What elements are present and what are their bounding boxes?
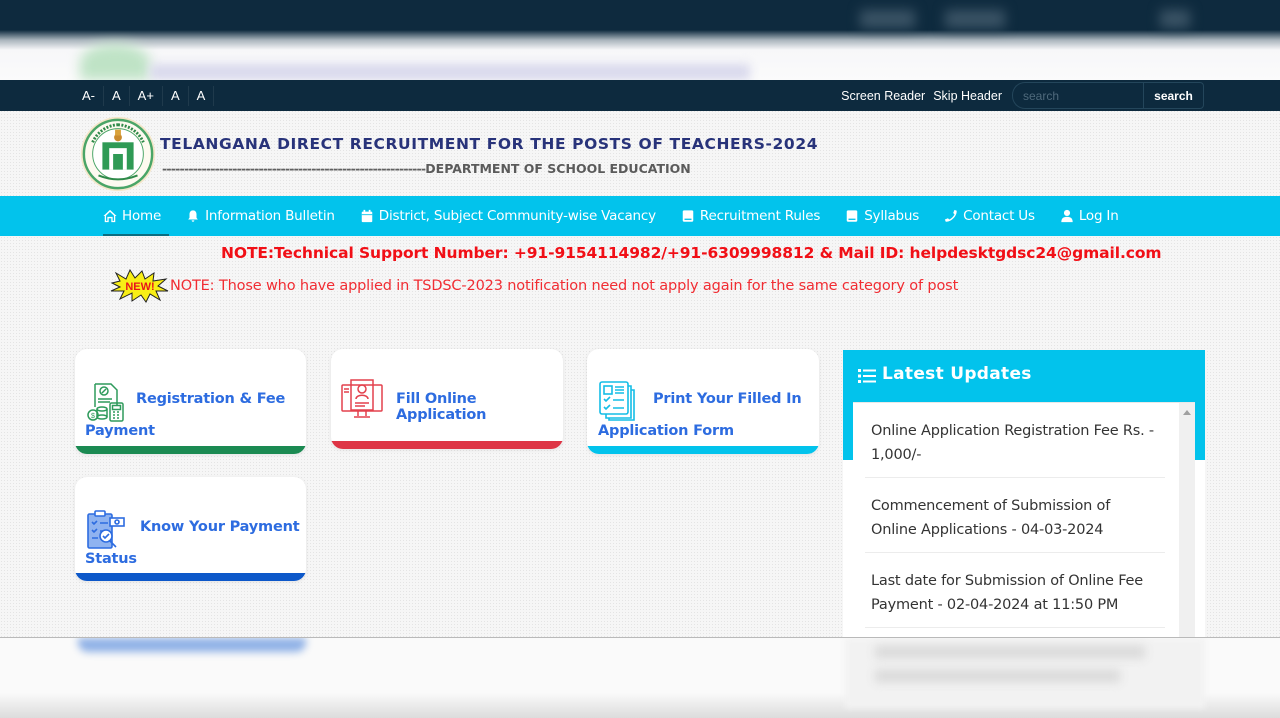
nav-log-in[interactable]: Log In: [1060, 196, 1119, 236]
nav-contact-us[interactable]: Contact Us: [944, 196, 1035, 236]
department-name: DEPARTMENT OF SCHOOL EDUCATION: [425, 161, 691, 176]
blurred-link: [1160, 10, 1190, 28]
phone-icon: [944, 209, 957, 222]
card-label-line2: Application Form: [598, 423, 734, 439]
card-accent-bar: [587, 446, 819, 454]
latest-updates-list: Online Application Registration Fee Rs. …: [853, 402, 1195, 637]
blurred-background-bottom: [0, 638, 1280, 718]
know-payment-status-card[interactable]: Know Your Payment Status: [75, 477, 306, 581]
skip-header-link[interactable]: Skip Header: [933, 89, 1002, 103]
calendar-icon: [361, 209, 372, 223]
nav-home[interactable]: Home: [103, 196, 170, 236]
blurred-title: [150, 64, 750, 80]
main-nav: Home Information Bulletin District, Subj…: [0, 196, 1280, 236]
nav-log-in-label: Log In: [1078, 208, 1119, 224]
blurred-logo: [80, 44, 150, 80]
nav-recruitment-rules-label: Recruitment Rules: [699, 208, 821, 224]
nav-syllabus[interactable]: Syllabus: [845, 196, 919, 236]
book-icon: [846, 210, 858, 222]
card-accent-bar: [331, 441, 563, 449]
font-increase-button[interactable]: A+: [130, 85, 163, 106]
nav-syllabus-label: Syllabus: [864, 208, 920, 224]
new-badge-icon: NEW!: [110, 269, 169, 303]
update-item[interactable]: Last date for Submission of Online Fee P…: [865, 553, 1165, 628]
home-icon: [103, 209, 117, 223]
online-application-icon: [341, 379, 383, 418]
card-label-line2: Payment: [85, 423, 155, 439]
page-window: A- A A+ A A Screen Reader Skip Header se…: [0, 80, 1280, 638]
card-label-line1: Fill Online Application: [396, 391, 487, 423]
nav-vacancy[interactable]: District, Subject Community-wise Vacancy: [360, 196, 656, 236]
site-header: TELANGANA DIRECT RECRUITMENT FOR THE POS…: [0, 111, 1280, 196]
card-label-line1: Print Your Filled In: [653, 391, 802, 407]
update-item[interactable]: Online Application Registration Fee Rs. …: [865, 403, 1165, 478]
nav-home-label: Home: [122, 208, 162, 224]
book-icon: [682, 210, 694, 222]
nav-vacancy-label: District, Subject Community-wise Vacancy: [378, 208, 656, 224]
site-subtitle: ----------------------------------------…: [162, 161, 691, 176]
notice-text: NOTE: Those who have applied in TSDSC-20…: [170, 278, 959, 294]
latest-updates-title: Latest Updates: [882, 364, 1032, 384]
notice-area: NOTE:Technical Support Number: +91-91541…: [0, 236, 1280, 303]
update-item[interactable]: Commencement of Submission of Online App…: [865, 478, 1165, 553]
accessibility-bar: A- A A+ A A Screen Reader Skip Header se…: [0, 80, 1280, 111]
card-label-line1: Know Your Payment: [140, 519, 300, 535]
new-notice: NEW! NOTE: Those who have applied in TSD…: [110, 269, 958, 303]
card-accent-bar: [75, 573, 306, 581]
blurred-link: [860, 10, 915, 28]
nav-recruitment-rules[interactable]: Recruitment Rules: [681, 196, 820, 236]
blurred-text: [875, 670, 1120, 682]
nav-information-bulletin-label: Information Bulletin: [205, 208, 335, 224]
font-size-controls: A- A A+ A A: [76, 85, 215, 106]
screen-reader-link[interactable]: Screen Reader: [841, 89, 925, 103]
bell-icon: [188, 210, 198, 222]
blurred-link: [945, 10, 1005, 28]
svg-text:$: $: [91, 413, 95, 420]
user-icon: [1061, 209, 1073, 223]
fill-online-application-card[interactable]: Fill Online Application: [331, 349, 563, 449]
theme-light-button[interactable]: A: [163, 85, 189, 106]
registration-fee-payment-card[interactable]: $ Registration & Fee Payment: [75, 349, 306, 454]
telangana-emblem-icon[interactable]: [79, 115, 157, 193]
font-decrease-button[interactable]: A-: [76, 85, 104, 106]
card-label-line2: Status: [85, 551, 137, 567]
nav-contact-us-label: Contact Us: [963, 208, 1035, 224]
search-input[interactable]: [1012, 82, 1143, 109]
blurred-text: [875, 646, 1145, 658]
latest-updates-panel: Latest Updates Online Application Regist…: [843, 350, 1205, 637]
font-normal-button[interactable]: A: [104, 85, 130, 106]
technical-support-note: NOTE:Technical Support Number: +91-91541…: [221, 244, 1162, 262]
scroll-up-arrow-icon[interactable]: [1183, 410, 1191, 415]
updates-scrollbar[interactable]: [1179, 403, 1195, 637]
site-title: TELANGANA DIRECT RECRUITMENT FOR THE POS…: [160, 135, 819, 153]
payment-status-icon: [87, 510, 125, 549]
new-badge-text: NEW!: [125, 281, 154, 293]
card-accent-bar: [75, 446, 306, 454]
card-label-line1: Registration & Fee: [136, 391, 286, 407]
theme-dark-button[interactable]: A: [189, 85, 215, 106]
list-icon: [858, 369, 876, 383]
fee-payment-icon: $: [87, 383, 124, 422]
search-button[interactable]: search: [1143, 82, 1204, 109]
blurred-card: [78, 638, 306, 652]
search-form: search: [1012, 82, 1204, 109]
print-application-form-card[interactable]: Print Your Filled In Application Form: [587, 349, 819, 454]
blurred-background-top: [0, 0, 1280, 80]
print-form-icon: [599, 381, 635, 421]
subtitle-dashes: ----------------------------------------…: [162, 161, 426, 176]
nav-information-bulletin[interactable]: Information Bulletin: [186, 196, 335, 236]
